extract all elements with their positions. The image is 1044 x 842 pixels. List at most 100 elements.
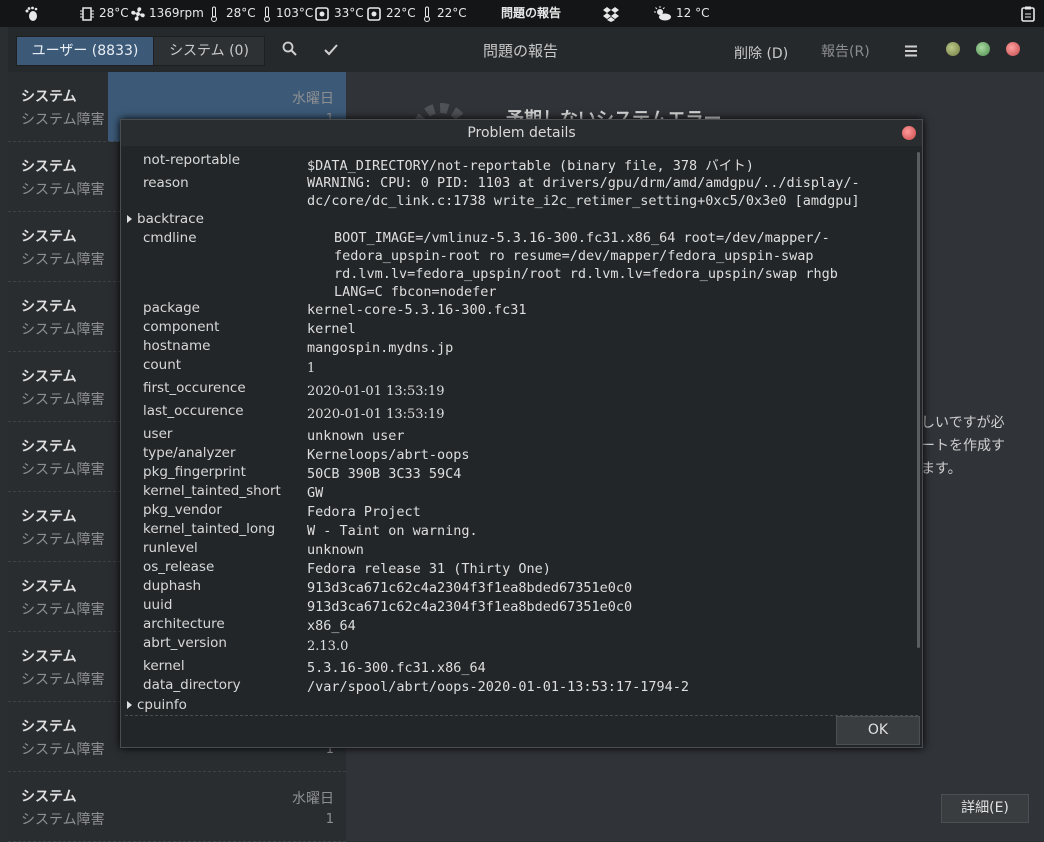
tab-system[interactable]: システム (0) <box>153 36 265 66</box>
field-key: architecture <box>143 616 225 632</box>
temp-3: 103°C <box>276 6 314 20</box>
field-key: uuid <box>143 597 173 613</box>
minimize-icon[interactable] <box>946 42 960 56</box>
item-title: システム <box>21 229 77 245</box>
field-key: hostname <box>143 338 211 354</box>
cpuinfo-expander[interactable]: cpuinfo <box>127 697 187 713</box>
field-value: 50CB 390B 3C33 59C4 <box>307 466 462 482</box>
item-date: 水曜日 <box>292 91 334 107</box>
field-value: W - Taint on warning. <box>307 523 478 539</box>
field-value: /var/spool/abrt/oops-2020-01-01-13:53:17… <box>307 679 690 695</box>
error-description: しいですが必 ートを作成す ます。 <box>921 412 1041 481</box>
top-panel: 28°C 1369rpm 28°C 103°C 33°C 22°C 22°C 問… <box>0 0 1044 27</box>
item-subtitle: システム障害 <box>21 532 105 548</box>
drive-icon <box>367 0 381 27</box>
field-value: 2020-01-01 13:53:19 <box>307 407 445 422</box>
item-title: システム <box>21 579 77 595</box>
item-title: システム <box>21 789 77 805</box>
field-key: count <box>143 357 182 373</box>
field-key: kernel_tainted_short <box>143 483 281 499</box>
field-key: pkg_vendor <box>143 502 222 518</box>
description-line: ます。 <box>921 461 962 477</box>
field-value: mangospin.mydns.jp <box>307 340 454 356</box>
temp-2: 28°C <box>226 6 256 20</box>
weather-icon[interactable] <box>654 0 672 27</box>
close-window-icon[interactable] <box>1006 42 1020 56</box>
thermometer-icon <box>262 0 272 27</box>
expander-label: backtrace <box>137 211 204 227</box>
field-key: cmdline <box>143 230 197 246</box>
item-date: 水曜日 <box>292 791 334 807</box>
details-button[interactable]: 詳細(E) <box>941 794 1029 823</box>
description-line: しいですが必 <box>921 415 1005 431</box>
item-title: システム <box>21 89 77 105</box>
field-value: 913d3ca671c62c4a2304f3f1ea8bded67351e0c0 <box>307 599 633 615</box>
field-value: 2.13.0 <box>307 639 349 654</box>
header-bar: ユーザー (8833) システム (0) 問題の報告 削除 (D) 報告(R) <box>8 27 1044 72</box>
field-value: 5.3.16-300.fc31.x86_64 <box>307 660 486 676</box>
field-key: first_occurence <box>143 380 246 396</box>
dropbox-icon[interactable] <box>602 0 620 27</box>
temp-4: 33°C <box>334 6 364 20</box>
field-value: Fedora release 31 (Thirty One) <box>307 561 551 577</box>
clipboard-icon[interactable] <box>1021 0 1035 27</box>
field-key: type/analyzer <box>143 445 236 461</box>
active-app-title[interactable]: 問題の報告 <box>501 0 561 27</box>
item-title: システム <box>21 719 77 735</box>
tab-user[interactable]: ユーザー (8833) <box>16 36 154 66</box>
ok-button[interactable]: OK <box>836 716 920 745</box>
header-title: 問題の報告 <box>483 42 559 60</box>
item-count: 1 <box>325 812 334 827</box>
item-subtitle: システム障害 <box>21 252 105 268</box>
field-key: kernel <box>143 658 185 674</box>
menu-icon[interactable] <box>905 42 917 61</box>
problem-list-item[interactable]: システムシステム障害 水曜日 1 <box>8 772 346 842</box>
report-button[interactable]: 報告(R) <box>821 41 870 61</box>
chip-icon <box>80 0 94 27</box>
field-value: $DATA_DIRECTORY/not-reportable (binary f… <box>307 158 754 174</box>
field-value: unknown user <box>307 428 405 444</box>
gnome-foot-icon[interactable] <box>24 0 40 27</box>
field-value: x86_64 <box>307 618 356 634</box>
field-value: 1 <box>307 361 316 376</box>
expander-arrow-icon <box>127 701 132 709</box>
field-value: kernel-core-5.3.16-300.fc31 <box>307 302 527 318</box>
field-key: reason <box>143 175 189 191</box>
field-value: BOOT_IMAGE=/vmlinuz-5.3.16-300.fc31.x86_… <box>334 230 838 300</box>
weather-temp[interactable]: 12 °C <box>676 0 709 27</box>
item-title: システム <box>21 159 77 175</box>
temp-5: 22°C <box>386 6 416 20</box>
item-subtitle: システム障害 <box>21 112 105 128</box>
field-key: pkg_fingerprint <box>143 464 246 480</box>
field-key: runlevel <box>143 540 198 556</box>
field-key: os_release <box>143 559 215 575</box>
field-value: Fedora Project <box>307 504 421 520</box>
delete-button[interactable]: 削除 (D) <box>734 43 788 63</box>
field-key: user <box>143 426 173 442</box>
checkmark-icon[interactable] <box>324 42 338 61</box>
fan-icon <box>130 0 146 27</box>
cpu-temp: 28°C <box>99 6 129 20</box>
expander-label: cpuinfo <box>137 697 187 713</box>
details-content[interactable]: not-reportable $DATA_DIRECTORY/not-repor… <box>121 146 916 714</box>
field-key: not-reportable <box>143 152 241 168</box>
item-subtitle: システム障害 <box>21 672 105 688</box>
scrollbar[interactable] <box>917 152 920 648</box>
item-title: システム <box>21 509 77 525</box>
item-title: システム <box>21 439 77 455</box>
field-key: abrt_version <box>143 635 227 651</box>
field-key: last_occurence <box>143 403 244 419</box>
search-icon[interactable] <box>282 41 298 61</box>
field-value: 913d3ca671c62c4a2304f3f1ea8bded67351e0c0 <box>307 580 633 596</box>
field-value: GW <box>307 485 324 501</box>
close-icon[interactable] <box>902 126 916 140</box>
problem-details-dialog: Problem details not-reportable $DATA_DIR… <box>120 119 923 748</box>
dialog-title: Problem details <box>121 120 922 146</box>
item-subtitle: システム障害 <box>21 602 105 618</box>
field-value: 2020-01-01 13:53:19 <box>307 384 445 399</box>
item-subtitle: システム障害 <box>21 322 105 338</box>
field-value: kernel <box>307 321 356 337</box>
field-key: component <box>143 319 220 335</box>
maximize-icon[interactable] <box>976 42 990 56</box>
backtrace-expander[interactable]: backtrace <box>127 211 204 227</box>
